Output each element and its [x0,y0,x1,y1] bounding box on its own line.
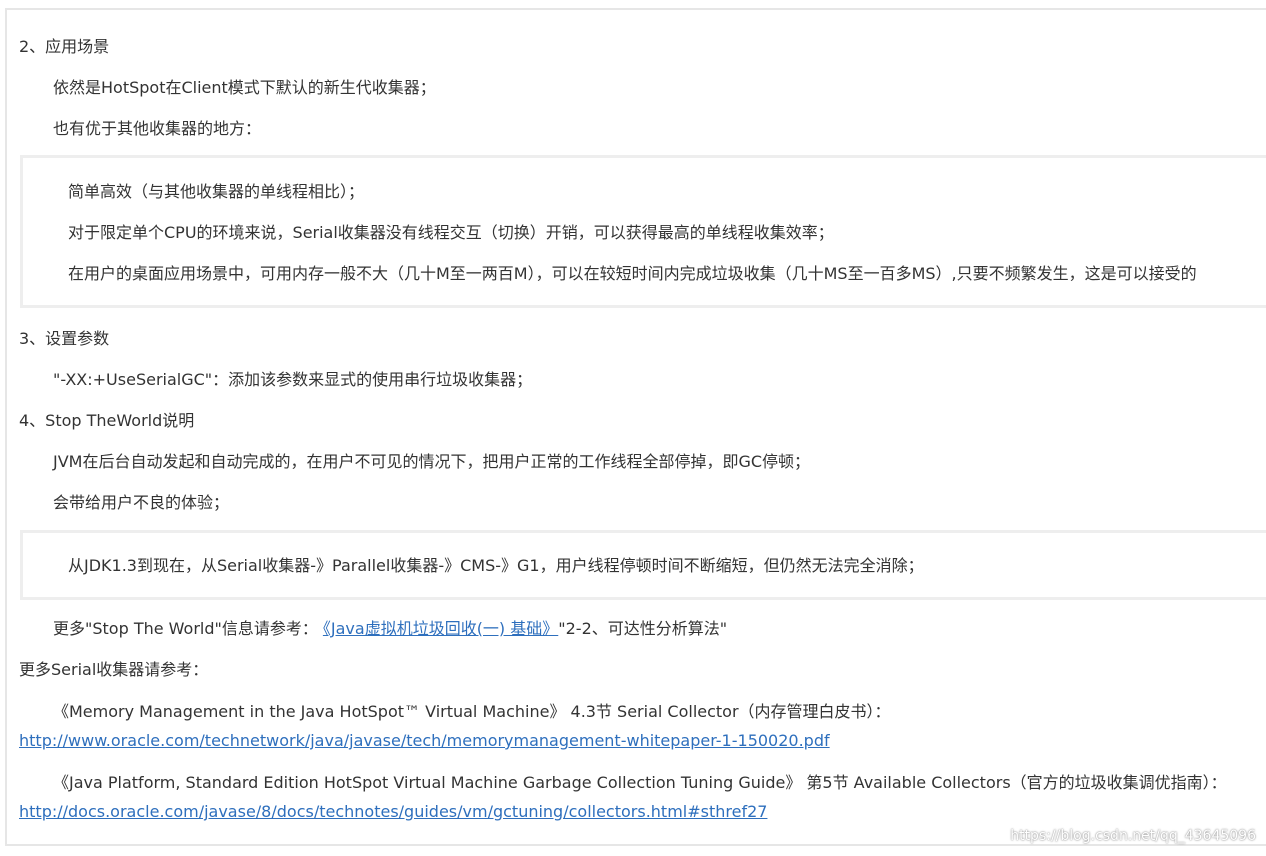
section-heading-parameters: 3、设置参数 [19,329,110,348]
section-heading-usage: 2、应用场景 [19,37,110,56]
article-content: 2、应用场景 依然是HotSpot在Client模式下默认的新生代收集器； 也有… [5,8,1266,846]
section-heading-stop-the-world: 4、Stop TheWorld说明 [19,411,195,430]
reference-url-link[interactable]: http://www.oracle.com/technetwork/java/j… [19,731,830,750]
watermark: https://blog.csdn.net/qq_43645096 [1010,828,1256,844]
further-reading-prefix: 更多"Stop The World"信息请参考： [53,619,318,638]
quote-line: 简单高效（与其他收集器的单线程相比）； [68,182,365,201]
reference-item: 《Java Platform, Standard Edition HotSpot… [19,768,1266,826]
reference-item: 《Memory Management in the Java HotSpot™ … [19,697,1266,755]
paragraph: 也有优于其他收集器的地方： [53,119,262,138]
quote-line: 在用户的桌面应用场景中，可用内存一般不大（几十M至一两百M），可以在较短时间内完… [68,264,1197,283]
blockquote-pause-history: 从JDK1.3到现在，从Serial收集器-》Parallel收集器-》CMS-… [20,530,1266,600]
reference-title: 《Java Platform, Standard Edition HotSpot… [53,773,1227,792]
paragraph: 依然是HotSpot在Client模式下默认的新生代收集器； [53,78,436,97]
further-reading-line: 更多"Stop The World"信息请参考： 《Java虚拟机垃圾回收(一) … [19,614,1266,643]
gc-basics-article-link[interactable]: 《Java虚拟机垃圾回收(一) 基础》 [323,619,558,638]
quote-line: 对于限定单个CPU的环境来说，Serial收集器没有线程交互（切换）开销，可以获… [68,223,834,242]
blockquote-advantages: 简单高效（与其他收集器的单线程相比）； 对于限定单个CPU的环境来说，Seria… [20,155,1266,308]
references-heading: 更多Serial收集器请参考： [19,660,209,679]
paragraph: 会带给用户不良的体验； [53,493,230,512]
paragraph: JVM在后台自动发起和自动完成的，在用户不可见的情况下，把用户正常的工作线程全部… [53,452,811,471]
further-reading-suffix: "2-2、可达性分析算法" [558,619,728,638]
reference-title: 《Memory Management in the Java HotSpot™ … [53,702,891,721]
reference-url-link[interactable]: http://docs.oracle.com/javase/8/docs/tec… [19,802,767,821]
paragraph: "-XX:+UseSerialGC"：添加该参数来显式的使用串行垃圾收集器； [53,370,533,389]
quote-line: 从JDK1.3到现在，从Serial收集器-》Parallel收集器-》CMS-… [68,556,924,575]
